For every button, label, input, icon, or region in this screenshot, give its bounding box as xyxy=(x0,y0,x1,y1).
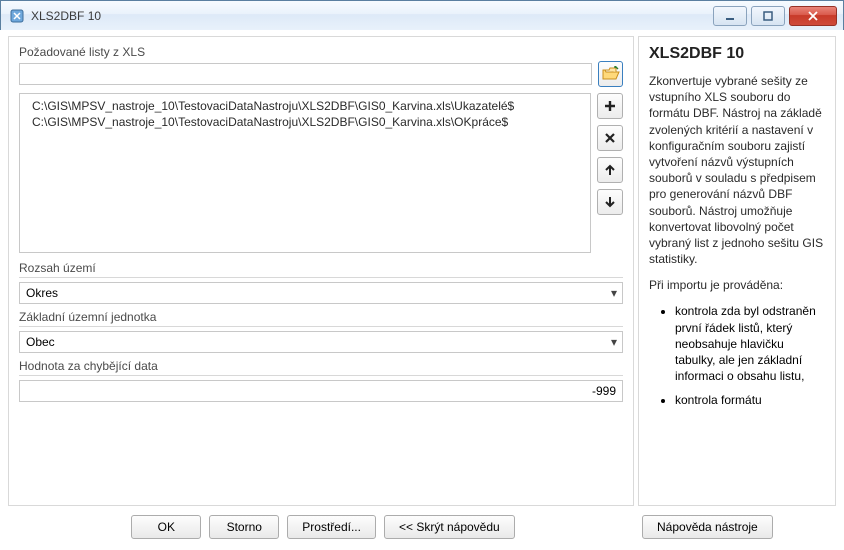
ok-button[interactable]: OK xyxy=(131,515,201,539)
button-bar: OK Storno Prostředí... << Skrýt nápovědu… xyxy=(8,512,836,542)
close-button[interactable] xyxy=(789,6,837,26)
help-panel: XLS2DBF 10 Zkonvertuje vybrané sešity ze… xyxy=(638,36,836,506)
missing-label: Hodnota za chybějící data xyxy=(19,359,623,373)
help-paragraph: Zkonvertuje vybrané sešity ze vstupního … xyxy=(649,73,825,267)
scope-select[interactable] xyxy=(19,282,623,304)
help-bullet: kontrola formátu xyxy=(675,392,825,408)
plus-icon xyxy=(603,99,617,113)
remove-button[interactable] xyxy=(597,125,623,151)
browse-button[interactable] xyxy=(598,61,623,87)
list-item[interactable]: C:\GIS\MPSV_nastroje_10\TestovaciDataNas… xyxy=(22,98,588,114)
sheets-listbox[interactable]: C:\GIS\MPSV_nastroje_10\TestovaciDataNas… xyxy=(19,93,591,253)
arrow-down-icon xyxy=(603,195,617,209)
help-paragraph: Při importu je prováděna: xyxy=(649,277,825,293)
hide-help-button[interactable]: << Skrýt nápovědu xyxy=(384,515,515,539)
x-icon xyxy=(603,131,617,145)
move-down-button[interactable] xyxy=(597,189,623,215)
unit-select[interactable] xyxy=(19,331,623,353)
window-title: XLS2DBF 10 xyxy=(31,9,709,23)
help-title: XLS2DBF 10 xyxy=(649,45,825,63)
maximize-button[interactable] xyxy=(751,6,785,26)
arrow-up-icon xyxy=(603,163,617,177)
sheets-label: Požadované listy z XLS xyxy=(19,45,623,59)
missing-value-input[interactable] xyxy=(19,380,623,402)
folder-open-icon xyxy=(602,66,620,82)
list-item[interactable]: C:\GIS\MPSV_nastroje_10\TestovaciDataNas… xyxy=(22,114,588,130)
help-bullet: kontrola zda byl odstraněn první řádek l… xyxy=(675,303,825,384)
move-up-button[interactable] xyxy=(597,157,623,183)
scope-label: Rozsah území xyxy=(19,261,623,275)
unit-label: Základní územní jednotka xyxy=(19,310,623,324)
parameters-panel: Požadované listy z XLS C:\GIS\MPSV_nastr… xyxy=(8,36,634,506)
app-icon xyxy=(9,8,25,24)
help-scroll[interactable]: XLS2DBF 10 Zkonvertuje vybrané sešity ze… xyxy=(649,45,833,497)
tool-help-button[interactable]: Nápověda nástroje xyxy=(642,515,773,539)
title-bar: XLS2DBF 10 xyxy=(1,1,843,31)
minimize-button[interactable] xyxy=(713,6,747,26)
xls-path-input[interactable] xyxy=(19,63,592,85)
cancel-button[interactable]: Storno xyxy=(209,515,279,539)
add-button[interactable] xyxy=(597,93,623,119)
environment-button[interactable]: Prostředí... xyxy=(287,515,376,539)
